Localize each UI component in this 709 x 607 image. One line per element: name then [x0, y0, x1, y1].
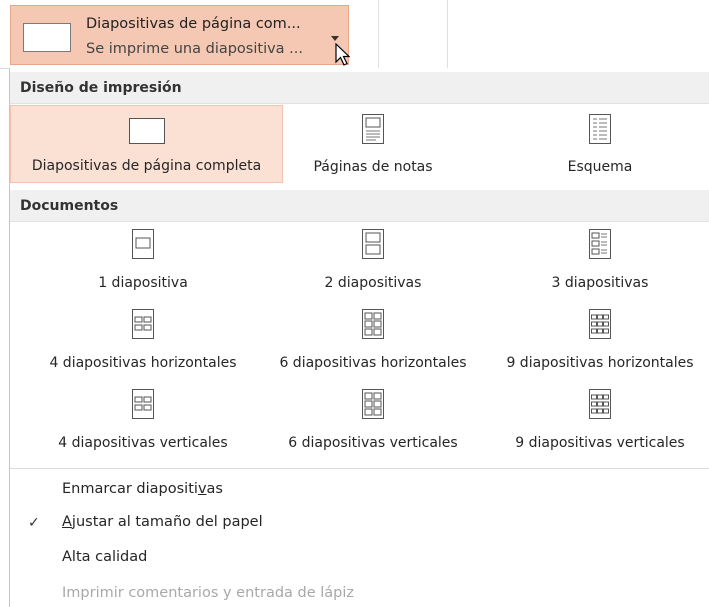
handout-4-vertical[interactable]: 4 diapositivas verticales: [33, 385, 253, 455]
handout-4-horizontal[interactable]: 4 diapositivas horizontales: [33, 305, 253, 375]
outline-icon: [589, 114, 611, 144]
divider: [378, 0, 379, 68]
handout-9-vertical[interactable]: 9 diapositivas verticales: [490, 385, 709, 455]
handout-9-horizontal[interactable]: 9 diapositivas horizontales: [490, 305, 709, 375]
menu-item-frame-slides[interactable]: Enmarcar diapositivas: [62, 481, 223, 497]
handout-4-horizontal-icon: [132, 309, 154, 339]
section-header-handouts: Documentos: [10, 190, 709, 222]
layout-full-page-slides[interactable]: Diapositivas de página completa: [10, 105, 283, 183]
checkmark-icon: ✓: [28, 515, 40, 531]
option-label: as: [206, 481, 223, 497]
section-header-print-layout: Diseño de impresión: [10, 72, 709, 104]
handout-6-horizontal-icon: [362, 309, 384, 339]
print-layout-menu: Diseño de impresión Diapositivas de pági…: [9, 68, 709, 607]
handout-label: 9 diapositivas verticales: [515, 435, 685, 451]
print-settings-bar: Diapositivas de página com... Se imprime…: [0, 0, 709, 69]
mouse-cursor-icon: [335, 43, 351, 66]
handout-9-vertical-icon: [589, 389, 611, 419]
handout-2-slides-icon: [362, 229, 384, 259]
handout-label: 9 diapositivas horizontales: [506, 355, 694, 371]
handout-6-vertical-icon: [362, 389, 384, 419]
handout-label: 4 diapositivas verticales: [58, 435, 228, 451]
layout-label: Páginas de notas: [313, 159, 433, 175]
handout-label: 2 diapositivas: [324, 275, 422, 291]
notes-page-icon: [362, 114, 384, 144]
menu-item-fit-to-paper[interactable]: Ajustar al tamaño del papel: [62, 514, 263, 530]
dropdown-title: Diapositivas de página com...: [86, 16, 301, 32]
chevron-down-icon[interactable]: [331, 36, 339, 41]
handout-2-slides[interactable]: 2 diapositivas: [263, 225, 483, 295]
handout-9-horizontal-icon: [589, 309, 611, 339]
layout-label: Esquema: [567, 159, 633, 175]
handout-label: 3 diapositivas: [551, 275, 649, 291]
access-key: v: [197, 481, 207, 497]
handout-6-horizontal[interactable]: 6 diapositivas horizontales: [263, 305, 483, 375]
handout-label: 6 diapositivas horizontales: [279, 355, 467, 371]
menu-item-print-comments: Imprimir comentarios y entrada de lápiz: [62, 585, 355, 601]
handout-label: 1 diapositiva: [98, 275, 188, 291]
layout-notes-pages[interactable]: Páginas de notas: [283, 105, 463, 183]
access-key: A: [62, 514, 72, 530]
handout-4-vertical-icon: [132, 389, 154, 419]
layout-label: Diapositivas de página completa: [31, 158, 262, 174]
option-label: Enmarcar diapositi: [62, 481, 198, 497]
full-page-slide-icon: [128, 118, 165, 144]
handout-3-slides[interactable]: 3 diapositivas: [490, 225, 709, 295]
handout-6-vertical[interactable]: 6 diapositivas verticales: [263, 385, 483, 455]
handout-1-slide-icon: [132, 229, 154, 259]
handout-1-slide[interactable]: 1 diapositiva: [33, 225, 253, 295]
menu-item-high-quality[interactable]: Alta calidad: [62, 549, 147, 565]
handout-3-slides-icon: [589, 229, 611, 259]
layout-outline[interactable]: Esquema: [490, 105, 709, 183]
print-layout-dropdown[interactable]: Diapositivas de página com... Se imprime…: [10, 5, 349, 65]
option-label: justar al tamaño del papel: [71, 514, 263, 530]
divider: [447, 0, 448, 68]
dropdown-subtitle: Se imprime una diapositiva ...: [86, 41, 304, 57]
handout-label: 4 diapositivas horizontales: [49, 355, 237, 371]
slide-thumbnail-icon: [23, 23, 71, 52]
divider: [10, 468, 709, 469]
handout-label: 6 diapositivas verticales: [288, 435, 458, 451]
